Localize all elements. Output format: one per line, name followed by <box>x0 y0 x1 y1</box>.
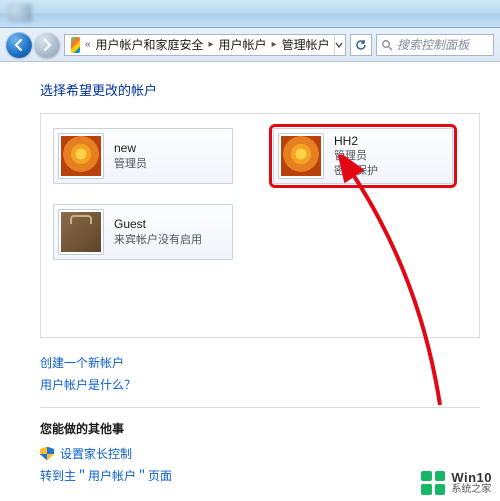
forward-button[interactable] <box>34 32 60 58</box>
back-button[interactable] <box>6 32 32 58</box>
navigation-bar: « 用户帐户和家庭安全 ▸ 用户帐户 ▸ 管理帐户 搜索控制面板 <box>0 28 500 62</box>
content-area: 选择希望更改的帐户 new 管理员 Guest 来宾帐户没有启用 <box>0 62 500 499</box>
link-create-account[interactable]: 创建一个新帐户 <box>40 354 480 371</box>
accounts-column-left: new 管理员 Guest 来宾帐户没有启用 <box>53 128 233 260</box>
account-protect: 密码保护 <box>334 164 378 179</box>
avatar <box>58 209 104 255</box>
links-block: 创建一个新帐户 用户帐户是什么？ <box>40 354 480 393</box>
search-placeholder: 搜索控制面板 <box>397 36 469 53</box>
account-info: Guest 来宾帐户没有启用 <box>114 216 202 247</box>
page-title: 选择希望更改的帐户 <box>40 80 480 99</box>
account-card-new[interactable]: new 管理员 <box>53 128 233 184</box>
divider <box>40 407 480 408</box>
link-what-is-account[interactable]: 用户帐户是什么？ <box>40 376 480 393</box>
account-role: 管理员 <box>334 149 378 164</box>
watermark-text: Win10 系统之家 <box>451 471 492 495</box>
shield-icon <box>40 447 54 461</box>
account-role: 管理员 <box>114 157 147 172</box>
search-input[interactable]: 搜索控制面板 <box>376 34 494 56</box>
flower-icon <box>61 136 101 176</box>
chevron-right-icon: ▸ <box>208 39 215 50</box>
chevron-right-icon: ▸ <box>271 39 278 50</box>
watermark-logo-icon <box>421 471 445 495</box>
control-panel-icon <box>71 37 80 53</box>
avatar <box>58 133 104 179</box>
account-card-guest[interactable]: Guest 来宾帐户没有启用 <box>53 204 233 260</box>
account-card-hh2[interactable]: HH2 管理员 密码保护 <box>273 128 453 184</box>
watermark-top: Win10 <box>451 471 492 485</box>
refresh-icon <box>355 39 367 51</box>
account-name: HH2 <box>334 133 378 149</box>
breadcrumb-segment[interactable]: 用户帐户 <box>215 36 271 53</box>
breadcrumb-segment[interactable]: 管理帐户 <box>278 36 334 53</box>
refresh-button[interactable] <box>350 34 372 56</box>
parental-control-row: 设置家长控制 <box>40 445 480 462</box>
watermark: Win10 系统之家 <box>421 471 492 495</box>
account-info: new 管理员 <box>114 140 147 171</box>
suitcase-icon <box>61 212 101 252</box>
chevron-down-icon <box>335 41 343 49</box>
window-titlebar <box>0 0 500 28</box>
address-dropdown[interactable] <box>334 35 343 55</box>
nav-buttons <box>6 32 60 58</box>
accounts-panel: new 管理员 Guest 来宾帐户没有启用 HH2 <box>40 113 480 338</box>
flower-icon <box>281 136 321 176</box>
link-goto-main[interactable]: 转到主＂用户帐户＂页面 <box>40 467 480 484</box>
arrow-right-icon <box>41 39 53 51</box>
address-bar[interactable]: « 用户帐户和家庭安全 ▸ 用户帐户 ▸ 管理帐户 <box>64 34 346 56</box>
account-info: HH2 管理员 密码保护 <box>334 133 378 179</box>
accounts-grid: new 管理员 Guest 来宾帐户没有启用 HH2 <box>53 128 467 260</box>
watermark-bottom: 系统之家 <box>451 485 492 496</box>
account-name: new <box>114 140 147 156</box>
other-actions-heading: 您能做的其他事 <box>40 420 480 437</box>
link-parental-control[interactable]: 设置家长控制 <box>60 445 132 462</box>
avatar <box>278 133 324 179</box>
accounts-column-right: HH2 管理员 密码保护 <box>273 128 453 260</box>
breadcrumb-segment[interactable]: 用户帐户和家庭安全 <box>92 36 208 53</box>
search-icon <box>381 39 393 51</box>
account-status: 来宾帐户没有启用 <box>114 233 202 248</box>
chevron-right-icon: « <box>84 39 92 50</box>
arrow-left-icon <box>13 39 25 51</box>
account-name: Guest <box>114 216 202 232</box>
